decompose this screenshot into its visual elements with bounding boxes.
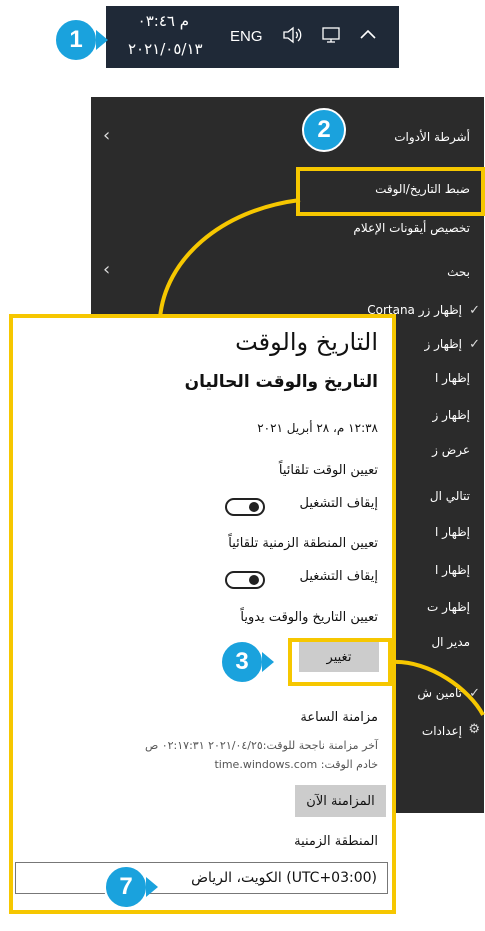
timezone-select[interactable]: (UTC+03:00) الكويت، الرياض: [15, 862, 388, 894]
auto-time-state: إيقاف التشغيل: [299, 496, 378, 511]
manual-datetime-label: تعيين التاريخ والوقت يدوياً: [240, 610, 378, 625]
page-title: التاريخ والوقت: [235, 328, 378, 356]
time-server-text: خادم الوقت: time.windows.com: [214, 758, 378, 771]
auto-timezone-state: إيقاف التشغيل: [299, 569, 378, 584]
badge-pointer: [262, 652, 274, 672]
timezone-heading: المنطقة الزمنية: [294, 834, 378, 849]
auto-timezone-label: تعيين المنطقة الزمنية تلقائياً: [228, 536, 378, 551]
callout-badge-3: 3: [220, 640, 264, 684]
badge-pointer: [146, 877, 158, 897]
highlight-change-button: [288, 638, 392, 686]
auto-time-toggle[interactable]: [225, 498, 265, 516]
badge-number: 7: [119, 873, 133, 900]
auto-time-label: تعيين الوقت تلقائياً: [278, 463, 378, 478]
badge-number: 3: [235, 648, 249, 675]
section-heading: التاريخ والوقت الحاليان: [184, 372, 378, 392]
callout-badge-7: 7: [104, 865, 148, 909]
sync-now-button[interactable]: المزامنة الآن: [295, 785, 386, 817]
current-datetime: ١٢:٣٨ م، ٢٨ أبريل ٢٠٢١: [257, 421, 378, 435]
date-time-settings-panel: التاريخ والوقت التاريخ والوقت الحاليان ١…: [9, 314, 396, 914]
last-sync-text: آخر مزامنة ناجحة للوقت:٢٠٢١/٠٤/٢٥ ٠٢:١٧:…: [144, 739, 378, 752]
clock-sync-heading: مزامنة الساعة: [300, 710, 378, 725]
auto-timezone-toggle[interactable]: [225, 571, 265, 589]
